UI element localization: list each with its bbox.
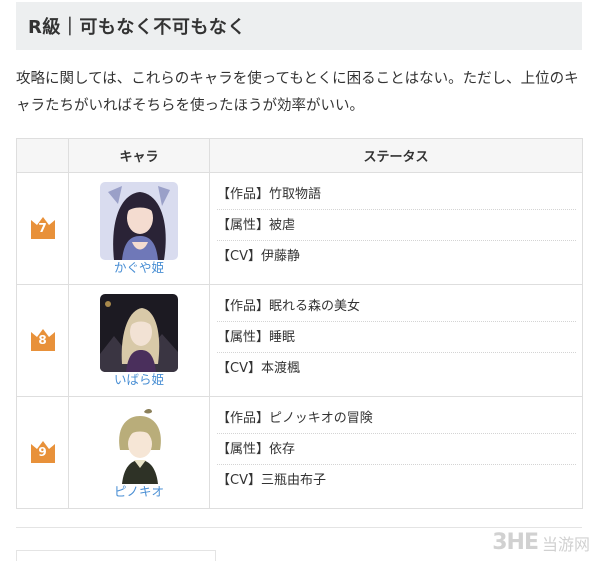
table-header-row: キャラ ステータス (16, 138, 583, 173)
status-cell: 【作品】ピノッキオの冒険 【属性】依存 【CV】三瓶由布子 (209, 396, 583, 509)
stat-cv: 【CV】三瓶由布子 (217, 473, 326, 488)
watermark-logo: 3HE (492, 530, 539, 555)
stat-work: 【作品】眠れる森の美女 (217, 291, 576, 322)
chara-cell: いばら姫 (68, 284, 210, 397)
table-row: 9 ピノキオ 【作品】ピノッキオの冒険 【属性】依存 【CV】三瓶由布子 (16, 396, 583, 509)
stat-attribute: 【属性】被虐 (217, 210, 576, 241)
table-row: 7 かぐや姫 【作品】竹取物語 【属性】被虐 【CV】伊藤静 (16, 172, 583, 285)
stat-cv: 【CV】本渡楓 (217, 361, 300, 376)
rank-number: 9 (38, 444, 47, 459)
rank-number: 8 (38, 332, 47, 347)
crown-rank-icon: 7 (30, 214, 56, 240)
header-chara: キャラ (68, 138, 210, 173)
stat-attribute: 【属性】依存 (217, 434, 576, 465)
crown-rank-icon: 8 (30, 326, 56, 352)
chara-name-link[interactable]: ピノキオ (69, 485, 209, 499)
watermark-text: 当游网 (541, 534, 590, 554)
next-section-box (16, 550, 216, 561)
status-cell: 【作品】眠れる森の美女 【属性】睡眠 【CV】本渡楓 (209, 284, 583, 397)
pinocchio-avatar[interactable] (100, 406, 178, 484)
character-table: キャラ ステータス 7 かぐや姫 【作品】竹取物語 【属性】被虐 【CV】伊藤静… (16, 138, 583, 509)
intro-paragraph: 攻略に関しては、これらのキャラを使ってもとくに困ることはない。ただし、上位のキャ… (16, 71, 579, 114)
status-cell: 【作品】竹取物語 【属性】被虐 【CV】伊藤静 (209, 172, 583, 285)
stat-cv: 【CV】伊藤静 (217, 249, 300, 264)
rank-cell: 8 (16, 284, 69, 397)
header-status: ステータス (209, 138, 583, 173)
section-heading: R級｜可もなく不可もなく (16, 2, 582, 50)
stat-attribute: 【属性】睡眠 (217, 322, 576, 353)
header-rank (16, 138, 69, 173)
rank-cell: 9 (16, 396, 69, 509)
ibara-avatar[interactable] (100, 294, 178, 372)
section-title: R級｜可もなく不可もなく (28, 17, 246, 38)
chara-name-link[interactable]: かぐや姫 (69, 261, 209, 275)
divider (16, 527, 582, 528)
stat-work: 【作品】竹取物語 (217, 179, 576, 210)
rank-number: 7 (38, 220, 47, 235)
chara-cell: ピノキオ (68, 396, 210, 509)
stat-work: 【作品】ピノッキオの冒険 (217, 403, 576, 434)
chara-name-link[interactable]: いばら姫 (69, 373, 209, 387)
watermark: 3HE 当游网 (492, 530, 590, 555)
chara-cell: かぐや姫 (68, 172, 210, 285)
table-row: 8 いばら姫 【作品】眠れる森の美女 【属性】睡眠 【CV】本渡楓 (16, 284, 583, 397)
rank-cell: 7 (16, 172, 69, 285)
kaguya-avatar[interactable] (100, 182, 178, 260)
crown-rank-icon: 9 (30, 438, 56, 464)
